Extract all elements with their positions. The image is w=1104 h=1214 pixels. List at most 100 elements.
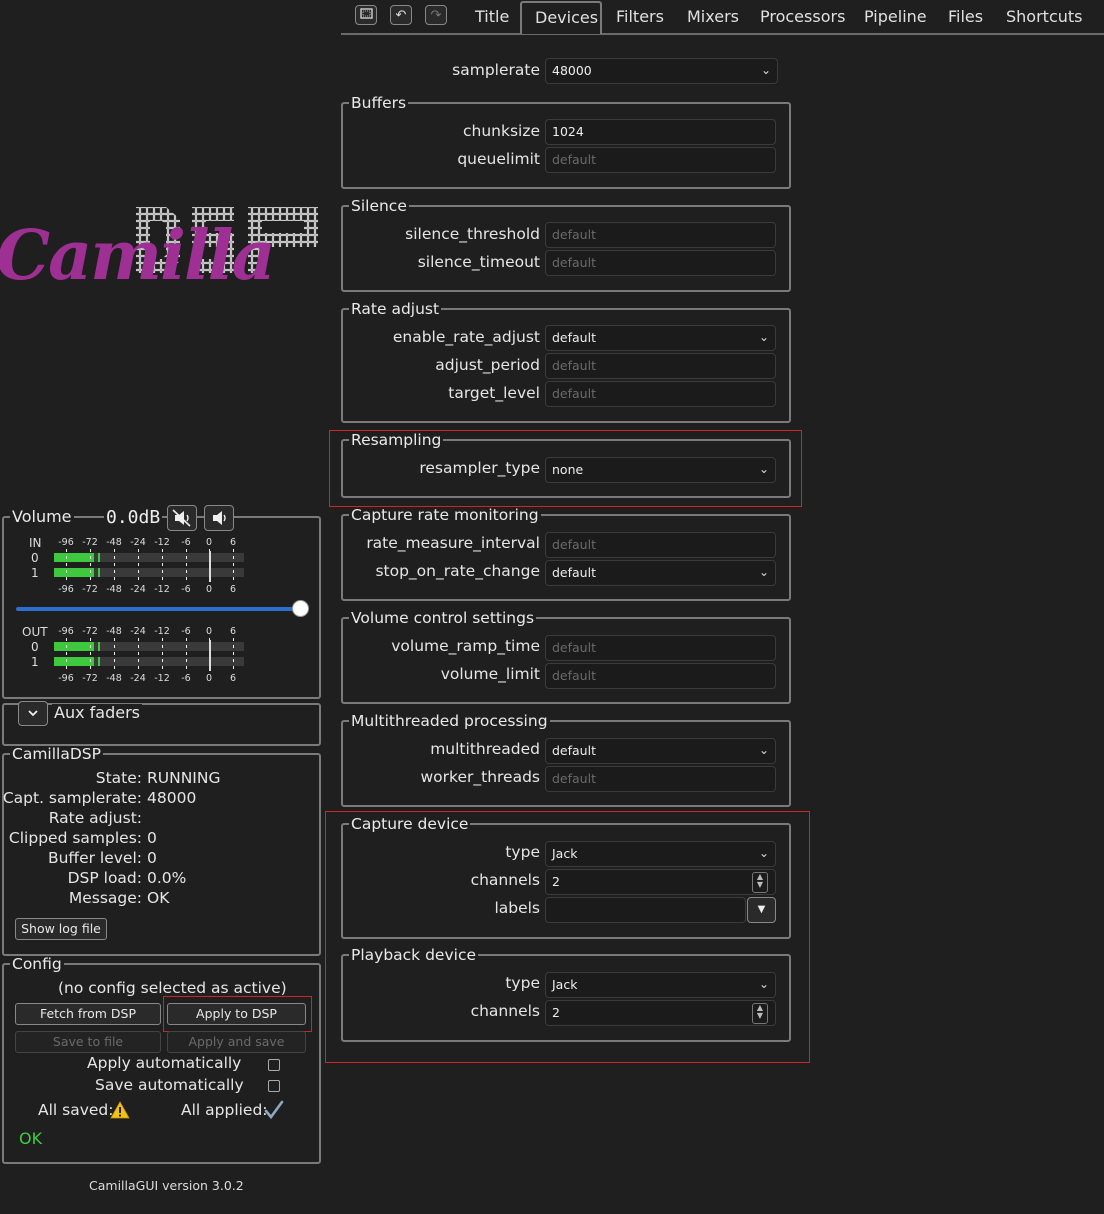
camilladsp-logo: Camilla — [0, 200, 330, 310]
meter-scale-top-label: -72 — [82, 626, 98, 637]
capture-type-select[interactable]: Jack ⌄ — [545, 841, 776, 867]
mute-button[interactable] — [167, 505, 197, 531]
fetch-from-dsp-button[interactable]: Fetch from DSP — [15, 1003, 161, 1025]
meter-in-label: IN — [29, 536, 42, 550]
silence-threshold-input[interactable]: default — [545, 222, 776, 248]
samplerate-label: samplerate — [452, 61, 540, 79]
capture-type-value: Jack — [552, 846, 578, 861]
tab-devices[interactable]: Devices — [535, 6, 598, 30]
meter-tick — [66, 638, 67, 672]
playback-channels-input[interactable]: 2 ▲ ▼ — [545, 1000, 776, 1026]
enable-rate-adjust-select[interactable]: default ⌄ — [545, 325, 776, 351]
tab-mixers[interactable]: Mixers — [687, 5, 739, 29]
save-to-file-button[interactable]: Save to file — [15, 1031, 161, 1053]
config-ok-status: OK — [19, 1129, 43, 1148]
save-automatically-checkbox[interactable] — [268, 1080, 280, 1092]
labels-dropdown-button[interactable]: ▼ — [747, 897, 776, 923]
meter-scale-bottom-label: -96 — [58, 584, 74, 595]
meter-tick — [162, 638, 163, 672]
queuelimit-input[interactable]: default — [545, 147, 776, 173]
apply-highlight-box — [163, 996, 312, 1032]
tab-shortcuts[interactable]: Shortcuts — [1006, 5, 1082, 29]
meter-scale-top-label: -6 — [181, 626, 191, 637]
tab-processors[interactable]: Processors — [760, 5, 845, 29]
tab-title[interactable]: Title — [475, 5, 509, 29]
buffers-title: Buffers — [351, 94, 407, 112]
capture-labels-input[interactable] — [545, 897, 746, 923]
capture-rate-title: Capture rate monitoring — [351, 506, 539, 524]
redo-icon[interactable]: ↷ — [425, 5, 447, 25]
status-row-value: RUNNING — [147, 769, 221, 787]
tab-files[interactable]: Files — [948, 5, 983, 29]
status-row-value: 0 — [147, 829, 157, 847]
aux-expand-button[interactable] — [18, 701, 48, 726]
chunksize-input[interactable]: 1024 — [545, 119, 776, 145]
meter-bar-level — [54, 553, 94, 562]
volume-ramp-time-input[interactable]: default — [545, 635, 776, 661]
apply-and-save-button[interactable]: Apply and save — [167, 1031, 306, 1053]
aux-faders-panel — [2, 703, 321, 746]
playback-type-select[interactable]: Jack ⌄ — [545, 972, 776, 998]
spinner-icon[interactable]: ▲ ▼ — [752, 1003, 768, 1024]
meter-peak-marker — [98, 568, 100, 577]
capture-channels-input[interactable]: 2 ▲ ▼ — [545, 869, 776, 895]
apply-automatically-label: Apply automatically — [87, 1054, 242, 1072]
playback-device-title: Playback device — [351, 946, 476, 964]
spinner-icon[interactable]: ▲ ▼ — [752, 872, 768, 893]
tab-filters[interactable]: Filters — [616, 5, 664, 29]
rate-measure-interval-input[interactable]: default — [545, 532, 776, 558]
meter-scale-bottom-label: -96 — [58, 673, 74, 684]
volume-limit-input[interactable]: default — [545, 663, 776, 689]
meter-scale-bottom-label: 6 — [229, 584, 237, 595]
chevron-down-icon: ⌄ — [758, 565, 769, 579]
samplerate-value: 48000 — [552, 63, 592, 78]
chevron-down-icon: ⌄ — [760, 63, 771, 77]
status-row-label: Buffer level: — [47, 849, 142, 867]
apply-automatically-checkbox[interactable] — [268, 1059, 280, 1071]
check-icon — [264, 1100, 284, 1124]
playback-type-value: Jack — [552, 977, 578, 992]
status-row-value: 0 — [147, 849, 157, 867]
meter-scale-bottom-label: -12 — [154, 673, 170, 684]
config-title: Config — [12, 955, 62, 973]
chevron-down-icon: ⌄ — [758, 462, 769, 476]
meter-tick — [186, 549, 187, 583]
samplerate-select[interactable]: 48000 ⌄ — [545, 58, 778, 84]
meter-scale-bottom-label: -24 — [130, 673, 146, 684]
adjust-period-input[interactable]: default — [545, 353, 776, 379]
meter-tick — [138, 549, 139, 583]
meter-bar-level — [54, 568, 94, 577]
worker-threads-input[interactable]: default — [545, 766, 776, 792]
stop-on-rate-change-select[interactable]: default ⌄ — [545, 560, 776, 586]
window-icon[interactable] — [355, 5, 377, 25]
multithread-title: Multithreaded processing — [351, 712, 548, 730]
resampler-type-select[interactable]: none ⌄ — [545, 457, 776, 483]
resampler-type-value: none — [552, 462, 584, 477]
chevron-down-icon: ⌄ — [758, 977, 769, 991]
queuelimit-label: queuelimit — [457, 150, 540, 168]
meter-tick — [114, 638, 115, 672]
chevron-down-icon: ⌄ — [758, 846, 769, 860]
target-level-input[interactable]: default — [545, 381, 776, 407]
playback-type-label: type — [505, 974, 540, 992]
capture-type-label: type — [505, 843, 540, 861]
meter-bar-level — [54, 657, 94, 666]
meter-tick — [90, 638, 91, 672]
status-row-value: 0.0% — [147, 869, 187, 887]
status-row-label: Rate adjust: — [48, 809, 142, 827]
meter-out-ch1-label: 1 — [31, 655, 39, 669]
volume-slider-thumb[interactable] — [292, 600, 309, 617]
show-log-button[interactable]: Show log file — [15, 918, 107, 940]
silence-timeout-input[interactable]: default — [545, 250, 776, 276]
undo-icon[interactable]: ↶ — [390, 5, 412, 25]
meter-scale-bottom-label: -48 — [106, 673, 122, 684]
meter-scale-top-label: -72 — [82, 537, 98, 548]
meter-bar-level — [54, 642, 94, 651]
multithreaded-select[interactable]: default ⌄ — [545, 738, 776, 764]
chevron-down-icon: ⌄ — [758, 330, 769, 344]
tab-pipeline[interactable]: Pipeline — [864, 5, 927, 29]
chunksize-label: chunksize — [462, 122, 540, 140]
warning-icon — [110, 1101, 130, 1123]
unmute-button[interactable] — [204, 505, 234, 531]
volume-slider[interactable] — [14, 600, 309, 620]
